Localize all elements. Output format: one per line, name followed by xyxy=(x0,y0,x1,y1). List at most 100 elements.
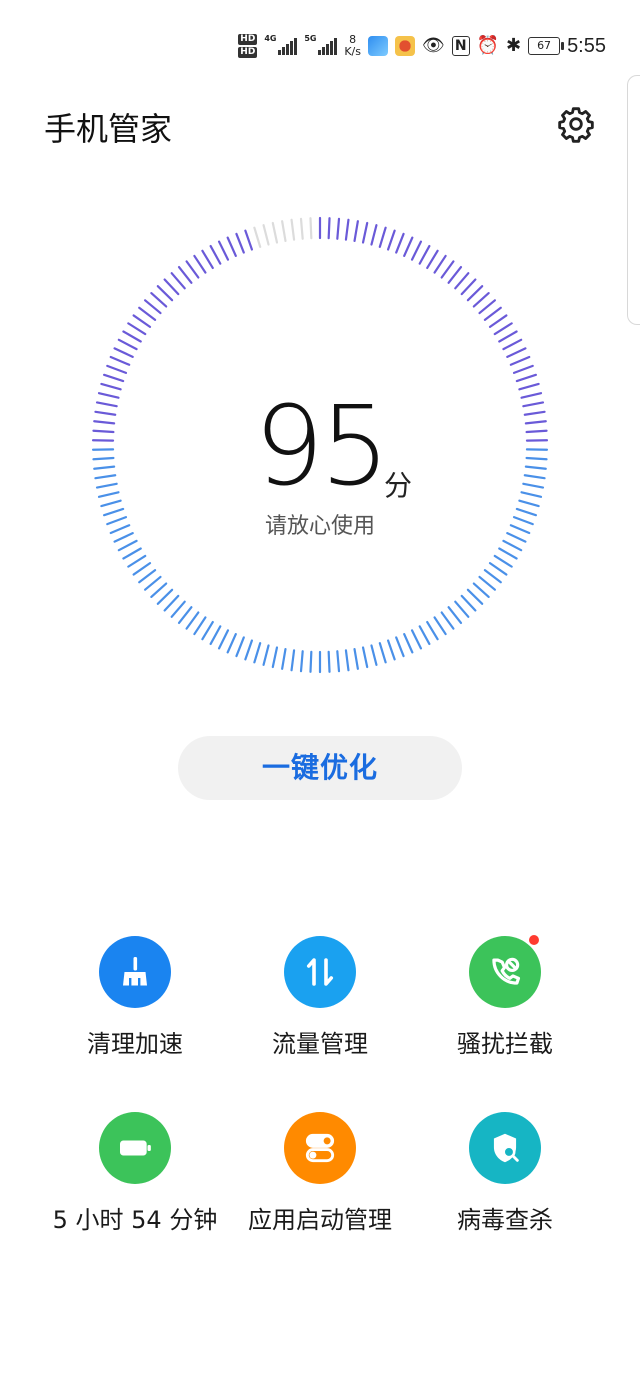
settings-button[interactable] xyxy=(556,104,596,144)
gauge-tick xyxy=(515,373,537,383)
feature-virus-scan[interactable]: 病毒查杀 xyxy=(405,1112,605,1235)
gauge-tick xyxy=(493,554,513,568)
gauge-tick xyxy=(361,646,369,669)
gauge-tick xyxy=(209,244,222,265)
gauge-tick xyxy=(132,314,152,328)
gauge-tick xyxy=(378,642,387,664)
gauge-tick xyxy=(410,629,423,650)
gauge-tick xyxy=(498,547,518,560)
gauge-tick xyxy=(493,322,513,336)
feature-label: 清理加速 xyxy=(87,1030,183,1058)
gauge-tick xyxy=(509,355,531,366)
feature-label: 病毒查杀 xyxy=(457,1206,553,1234)
gauge-tick xyxy=(454,600,470,618)
gauge-tick xyxy=(454,272,470,290)
gauge-tick xyxy=(177,265,193,284)
notification-dot xyxy=(529,935,539,945)
gauge-tick xyxy=(395,636,405,658)
gauge-tick xyxy=(170,272,186,290)
cleanup-circle xyxy=(99,936,171,1008)
gauge-tick xyxy=(386,639,396,661)
gauge-tick xyxy=(226,236,237,258)
one-click-optimize-button[interactable]: 一键优化 xyxy=(178,736,462,800)
gauge-tick xyxy=(506,347,527,358)
gauge-tick xyxy=(281,648,287,670)
gauge-tick xyxy=(370,224,378,246)
score-status: 请放心使用 xyxy=(264,514,375,539)
gauge-tick xyxy=(472,582,490,598)
feature-label: 5 小时 54 分钟 xyxy=(52,1206,218,1234)
gauge-tick xyxy=(117,539,138,552)
gauge-tick xyxy=(483,306,502,321)
data-transfer-icon xyxy=(306,958,334,986)
gauge-tick xyxy=(403,236,414,258)
gauge-tick xyxy=(103,373,125,383)
gauge-tick xyxy=(217,629,230,650)
shield-search-icon xyxy=(493,1133,519,1163)
gauge-tick xyxy=(143,575,162,591)
gauge-tick xyxy=(460,594,477,612)
gauge-tick xyxy=(447,606,463,624)
gauge-tick xyxy=(344,218,350,241)
gauge-tick xyxy=(498,330,518,343)
feature-cleanup[interactable]: 清理加速 xyxy=(35,936,235,1059)
gauge-tick xyxy=(488,314,508,328)
feature-app-launch[interactable]: 应用启动管理 xyxy=(220,1112,420,1235)
gauge-tick xyxy=(502,338,523,351)
gauge-tick xyxy=(353,220,359,242)
gauge-tick xyxy=(488,562,508,576)
gauge-tick xyxy=(156,588,174,605)
gauge-tick xyxy=(433,254,447,274)
network-speed-unit: K/s xyxy=(344,45,361,58)
gauge-tick xyxy=(403,633,414,654)
gauge-tick xyxy=(127,554,147,568)
gauge-tick xyxy=(244,229,254,251)
network-speed: 8 K/s xyxy=(344,34,361,58)
navigation-app-icon xyxy=(367,36,388,56)
gauge-tick xyxy=(336,217,341,240)
gauge-tick xyxy=(327,650,331,673)
score-value: 95 xyxy=(254,382,390,510)
gauge-tick xyxy=(201,249,214,270)
net-type-1: 4G xyxy=(264,34,277,43)
hd-badge-2: HD xyxy=(238,47,258,58)
edge-panel-handle[interactable] xyxy=(627,75,640,325)
feature-label: 应用启动管理 xyxy=(248,1206,392,1234)
gauge-tick xyxy=(440,260,455,279)
gauge-tick xyxy=(418,244,431,265)
gauge-tick xyxy=(478,299,497,315)
gauge-tick xyxy=(281,220,287,242)
clock: 5:55 xyxy=(567,34,606,57)
battery-circle xyxy=(99,1112,171,1184)
feature-harassment-block[interactable]: 骚扰拦截 xyxy=(405,935,605,1059)
gauge-tick xyxy=(502,539,523,552)
gauge-tick xyxy=(253,226,262,248)
battery-icon xyxy=(120,1140,151,1156)
gauge-tick xyxy=(460,278,477,296)
gauge-tick xyxy=(226,633,237,654)
gauge-tick xyxy=(370,644,378,666)
gauge-tick xyxy=(253,642,262,664)
gauge-tick xyxy=(426,249,439,270)
gauge-tick xyxy=(235,232,245,254)
gauge-tick xyxy=(478,575,497,591)
feature-battery[interactable]: 5 小时 54 分钟 xyxy=(35,1112,235,1235)
gauge-tick xyxy=(117,338,138,351)
gauge-tick xyxy=(378,226,387,248)
gauge-tick xyxy=(138,569,157,584)
feature-data-management[interactable]: 流量管理 xyxy=(220,936,420,1059)
battery-icon: 67 xyxy=(528,37,565,55)
app-launch-circle xyxy=(284,1112,356,1184)
signal-2-icon: 5G xyxy=(304,34,338,55)
virus-scan-circle xyxy=(469,1112,541,1184)
hd-indicators: HD HD xyxy=(238,34,258,58)
status-icons: HD HD 4G 5G 8 K/s 👁 N ⏰ ✱ 67 5:55 xyxy=(238,26,606,66)
gauge-tick xyxy=(201,620,214,641)
gauge-tick xyxy=(209,625,222,646)
gauge-tick xyxy=(299,217,304,240)
eye-icon: 👁 xyxy=(421,35,445,56)
signal-1-icon: 4G xyxy=(264,34,298,55)
bluetooth-icon: ✱ xyxy=(505,35,522,56)
gauge-tick xyxy=(217,240,230,261)
gauge-tick xyxy=(193,616,207,636)
